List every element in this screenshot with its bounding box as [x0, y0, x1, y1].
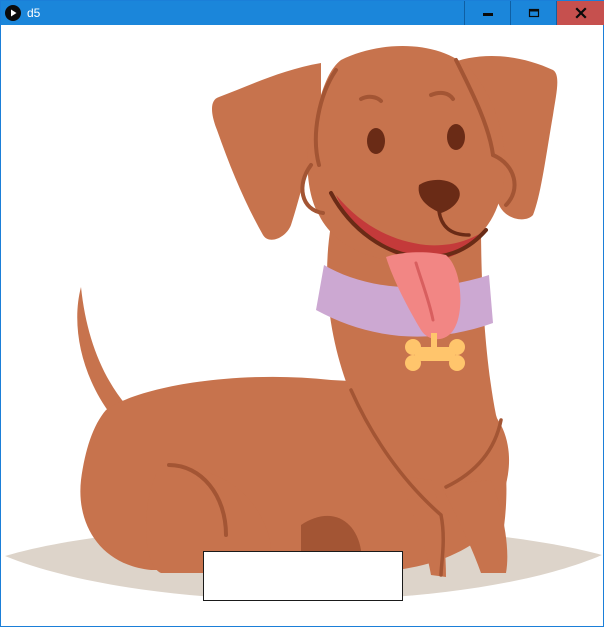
minimize-icon — [483, 13, 493, 16]
cartoon-dog-illustration — [5, 46, 602, 601]
maximize-icon — [528, 8, 540, 18]
dog-eye-left — [367, 128, 385, 154]
input-box[interactable] — [203, 551, 403, 601]
app-window: d5 — [0, 0, 604, 627]
dog-ear-left — [212, 63, 321, 240]
close-icon — [574, 7, 587, 19]
drawing-canvas[interactable] — [1, 25, 603, 626]
play-circle-icon — [5, 5, 21, 21]
window-title: d5 — [27, 6, 41, 20]
minimize-button[interactable] — [464, 1, 511, 25]
maximize-button[interactable] — [510, 1, 557, 25]
title-bar[interactable]: d5 — [1, 1, 604, 25]
dog-head — [307, 46, 505, 262]
dog-tail — [77, 287, 126, 415]
dog-eye-right — [447, 124, 465, 150]
close-button[interactable] — [556, 1, 604, 25]
